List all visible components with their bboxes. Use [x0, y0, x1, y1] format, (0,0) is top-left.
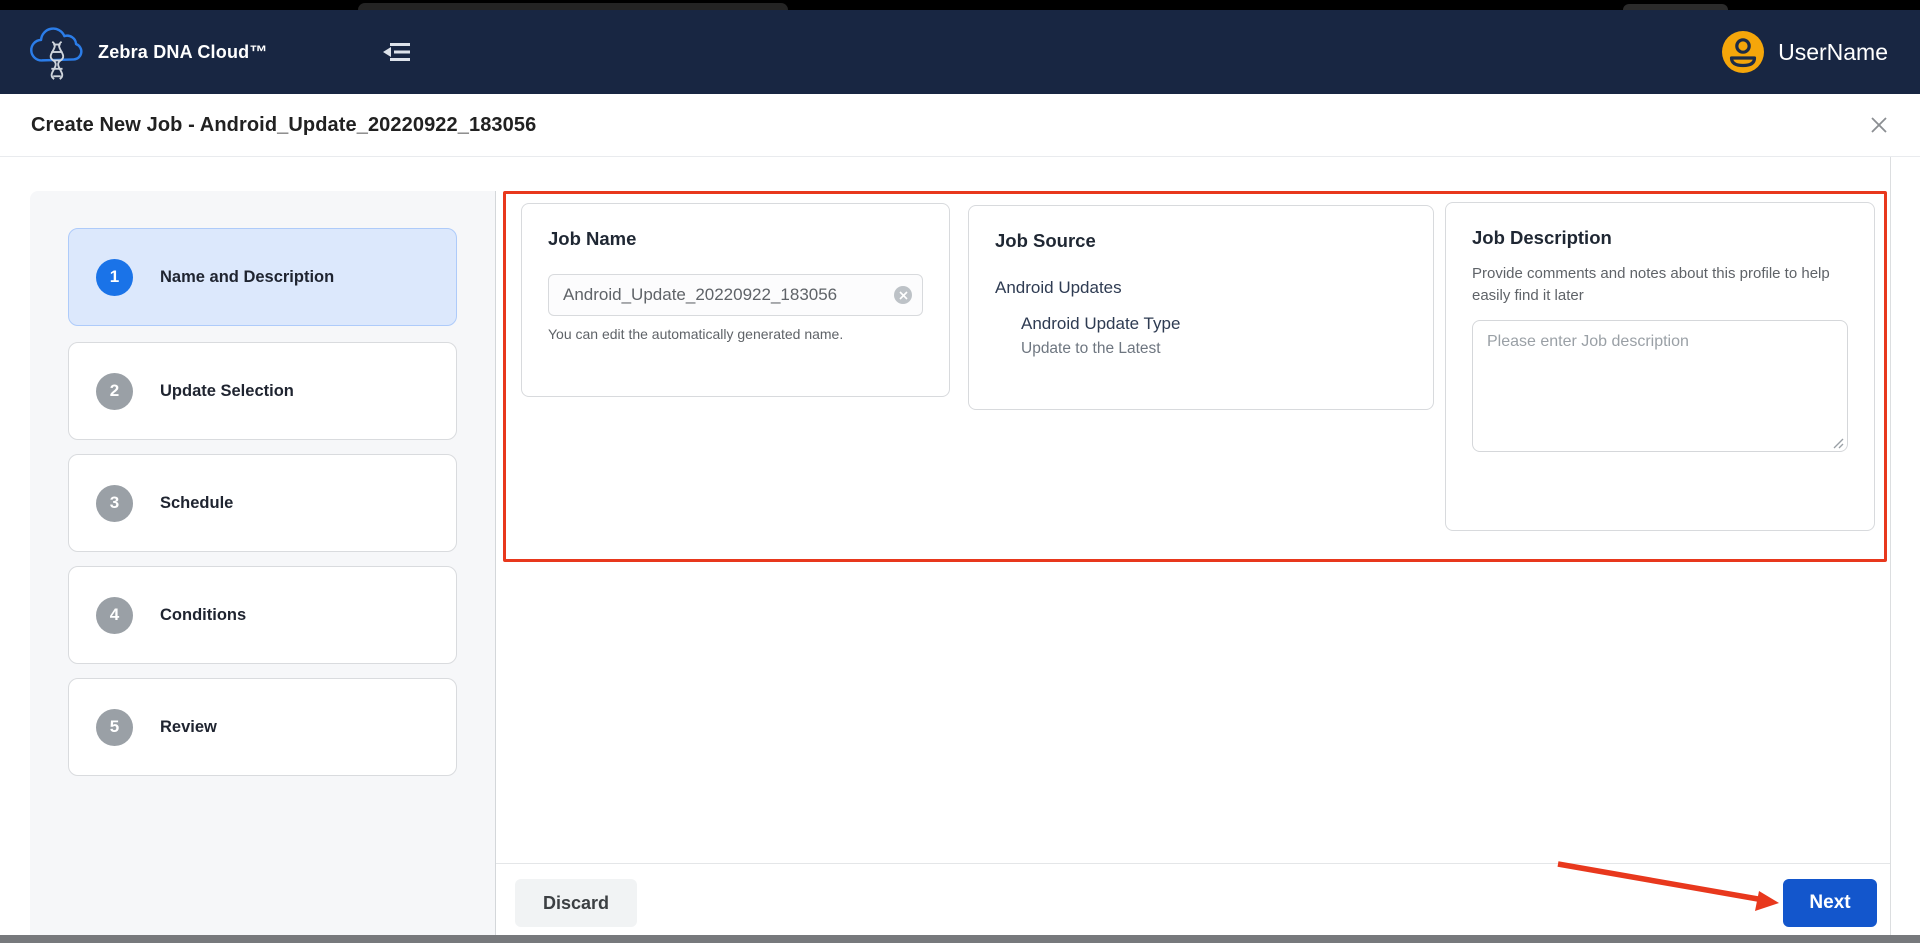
stepper-panel: 1 Name and Description 2 Update Selectio…	[30, 191, 496, 935]
app-root: Zebra DNA Cloud™ UserName Create New Job…	[0, 0, 1920, 943]
user-name[interactable]: UserName	[1778, 39, 1888, 66]
step-label: Review	[160, 718, 217, 737]
step-label: Name and Description	[160, 268, 334, 287]
user-avatar-icon[interactable]	[1722, 31, 1764, 73]
page-title: Create New Job - Android_Update_20220922…	[31, 114, 536, 137]
job-description-card-title: Job Description	[1472, 227, 1848, 249]
next-button[interactable]: Next	[1783, 879, 1877, 927]
step-label: Conditions	[160, 606, 246, 625]
job-description-textarea[interactable]	[1472, 320, 1848, 452]
step-number-badge: 4	[96, 597, 133, 634]
collapse-menu-icon[interactable]	[380, 38, 414, 66]
job-name-helper-text: You can edit the automatically generated…	[548, 326, 923, 342]
job-description-card: Job Description Provide comments and not…	[1445, 202, 1875, 531]
app-header: Zebra DNA Cloud™ UserName	[0, 10, 1920, 94]
job-name-input[interactable]	[548, 274, 923, 316]
job-name-card: Job Name You can edit the automatically …	[521, 203, 950, 397]
job-description-area-wrap	[1472, 320, 1848, 457]
step-name-and-description[interactable]: 1 Name and Description	[68, 228, 457, 326]
brand-title: Zebra DNA Cloud™	[98, 42, 268, 63]
wizard-sidebar: 1 Name and Description 2 Update Selectio…	[0, 157, 496, 935]
step-conditions[interactable]: 4 Conditions	[68, 566, 457, 664]
zebra-dna-cloud-logo-icon	[28, 21, 84, 83]
page-title-bar: Create New Job - Android_Update_20220922…	[0, 94, 1920, 157]
clear-input-icon[interactable]	[894, 286, 912, 304]
step-number-badge: 2	[96, 373, 133, 410]
job-source-card-title: Job Source	[995, 230, 1407, 252]
step-update-selection[interactable]: 2 Update Selection	[68, 342, 457, 440]
step-number-badge: 1	[96, 259, 133, 296]
job-source-value: Android Updates	[995, 278, 1407, 298]
browser-top-strip	[0, 0, 1920, 10]
job-name-card-title: Job Name	[548, 228, 923, 250]
step-number-badge: 3	[96, 485, 133, 522]
job-source-card: Job Source Android Updates Android Updat…	[968, 205, 1434, 410]
job-name-input-wrap	[548, 274, 923, 316]
browser-tab-fragment	[358, 3, 788, 10]
step-label: Update Selection	[160, 382, 294, 401]
step-schedule[interactable]: 3 Schedule	[68, 454, 457, 552]
discard-button[interactable]: Discard	[515, 879, 637, 927]
step-label: Schedule	[160, 494, 233, 513]
job-source-type-value: Update to the Latest	[1021, 340, 1407, 358]
step-review[interactable]: 5 Review	[68, 678, 457, 776]
browser-bottom-strip	[0, 935, 1920, 943]
job-source-type-label: Android Update Type	[1021, 314, 1407, 334]
job-description-helper-text: Provide comments and notes about this pr…	[1472, 263, 1848, 307]
footer-divider	[496, 863, 1890, 864]
step-number-badge: 5	[96, 709, 133, 746]
close-icon[interactable]	[1864, 110, 1894, 140]
